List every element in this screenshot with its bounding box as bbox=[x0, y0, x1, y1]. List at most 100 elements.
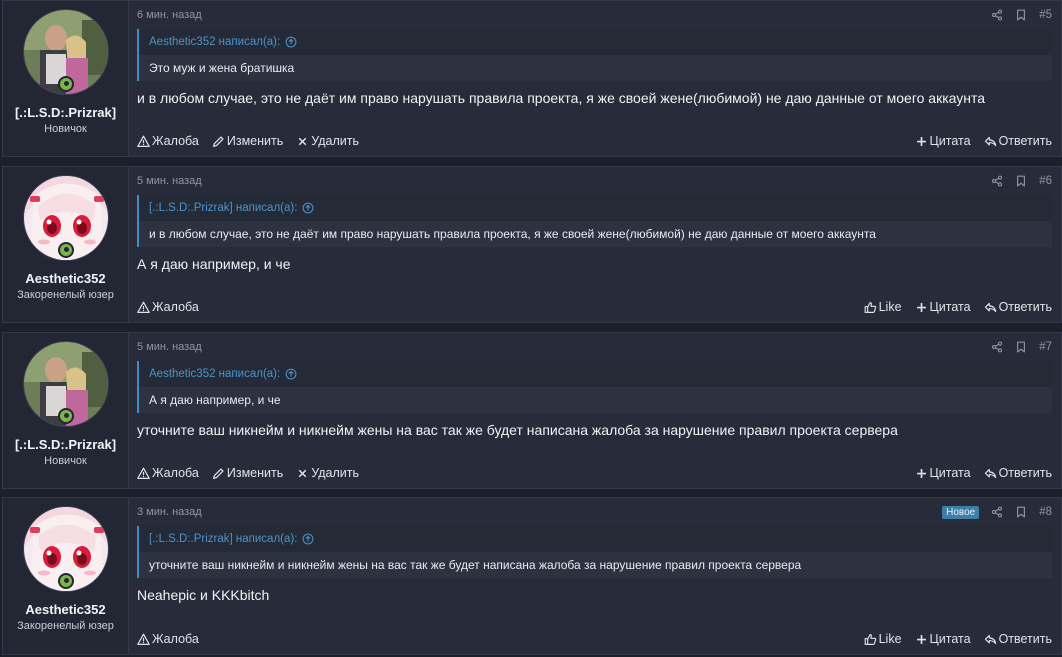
plus-icon bbox=[915, 467, 928, 480]
share-icon[interactable] bbox=[991, 341, 1003, 353]
reply-icon bbox=[984, 135, 997, 148]
quote-text: и в любом случае, это не даёт им право н… bbox=[139, 221, 1052, 247]
action-label: Like bbox=[878, 300, 902, 314]
share-icon[interactable] bbox=[991, 506, 1003, 518]
quote-author-link[interactable]: [.:L.S.D:.Prizrak] написал(а): bbox=[139, 526, 1052, 552]
post-time[interactable]: 6 мин. назад bbox=[137, 9, 202, 21]
post: Aesthetic352 Закоренелый юзер 5 мин. назад… bbox=[2, 166, 1062, 323]
plus-button[interactable]: Цитата bbox=[915, 466, 971, 480]
quote-text: А я даю например, и че bbox=[139, 387, 1052, 413]
quote-author-link[interactable]: Aesthetic352 написал(а): bbox=[139, 361, 1052, 387]
reply-button[interactable]: Ответить bbox=[984, 466, 1052, 480]
action-label: Цитата bbox=[929, 466, 971, 480]
pencil-icon bbox=[212, 135, 225, 148]
thumbs-up-button[interactable]: Like bbox=[864, 632, 902, 646]
reply-button[interactable]: Ответить bbox=[984, 300, 1052, 314]
warning-button[interactable]: Жалоба bbox=[137, 466, 199, 480]
pencil-icon bbox=[212, 467, 225, 480]
quote-author-link[interactable]: [.:L.S.D:.Prizrak] написал(а): bbox=[139, 195, 1052, 221]
footer-right-actions: Цитата Ответить bbox=[915, 466, 1052, 480]
plus-button[interactable]: Цитата bbox=[915, 300, 971, 314]
username[interactable]: Aesthetic352 bbox=[25, 602, 105, 617]
plus-icon bbox=[915, 135, 928, 148]
post: [.:L.S.D:.Prizrak] Новичок 6 мин. назад #5 A… bbox=[2, 0, 1062, 157]
quote-author: [.:L.S.D:.Prizrak] написал(а): bbox=[149, 533, 298, 545]
post-time[interactable]: 5 мин. назад bbox=[137, 175, 202, 187]
post-number[interactable]: #8 bbox=[1039, 506, 1052, 518]
warning-button[interactable]: Жалоба bbox=[137, 300, 199, 314]
bookmark-icon[interactable] bbox=[1015, 506, 1027, 518]
quote-block: [.:L.S.D:.Prizrak] написал(а): и в любом … bbox=[137, 195, 1052, 247]
pencil-button[interactable]: Изменить bbox=[212, 466, 283, 480]
user-cell: Aesthetic352 Закоренелый юзер bbox=[3, 167, 129, 322]
footer-left-actions: Жалоба bbox=[137, 300, 199, 314]
bookmark-icon[interactable] bbox=[1015, 9, 1027, 21]
quote-author-link[interactable]: Aesthetic352 написал(а): bbox=[139, 29, 1052, 55]
bookmark-icon[interactable] bbox=[1015, 175, 1027, 187]
footer-left-actions: Жалоба bbox=[137, 632, 199, 646]
quote-author: Aesthetic352 написал(а): bbox=[149, 36, 281, 48]
user-title: Закоренелый юзер bbox=[17, 620, 114, 632]
action-label: Like bbox=[878, 632, 902, 646]
user-title: Новичок bbox=[44, 123, 87, 135]
arrow-up-circle-icon bbox=[285, 368, 297, 380]
warning-icon bbox=[137, 301, 150, 314]
quote-block: [.:L.S.D:.Prizrak] написал(а): уточните в… bbox=[137, 526, 1052, 578]
post-header: 5 мин. назад #6 bbox=[137, 167, 1052, 195]
quote-block: Aesthetic352 написал(а): А я даю например… bbox=[137, 361, 1052, 413]
action-label: Удалить bbox=[311, 466, 359, 480]
username[interactable]: [.:L.S.D:.Prizrak] bbox=[15, 105, 116, 120]
pencil-button[interactable]: Изменить bbox=[212, 134, 283, 148]
post-number[interactable]: #6 bbox=[1039, 175, 1052, 187]
action-label: Цитата bbox=[929, 134, 971, 148]
username[interactable]: Aesthetic352 bbox=[25, 271, 105, 286]
post-main: 3 мин. назад Новое #8 [.:L.S.D:.Prizrak] на… bbox=[129, 498, 1061, 654]
share-icon[interactable] bbox=[991, 175, 1003, 187]
action-label: Цитата bbox=[929, 300, 971, 314]
bookmark-icon[interactable] bbox=[1015, 341, 1027, 353]
quote-text: Это муж и жена братишка bbox=[139, 55, 1052, 81]
plus-button[interactable]: Цитата bbox=[915, 632, 971, 646]
reply-button[interactable]: Ответить bbox=[984, 632, 1052, 646]
reply-icon bbox=[984, 301, 997, 314]
post-number[interactable]: #7 bbox=[1039, 341, 1052, 353]
online-status-icon bbox=[58, 408, 74, 424]
post-header: 3 мин. назад Новое #8 bbox=[137, 498, 1052, 526]
warning-button[interactable]: Жалоба bbox=[137, 632, 199, 646]
user-title: Закоренелый юзер bbox=[17, 289, 114, 301]
user-cell: [.:L.S.D:.Prizrak] Новичок bbox=[3, 333, 129, 488]
close-button[interactable]: Удалить bbox=[296, 134, 359, 148]
post-main: 5 мин. назад #7 Aesthetic352 написал(а): А … bbox=[129, 333, 1061, 488]
post: Aesthetic352 Закоренелый юзер 3 мин. назад… bbox=[2, 497, 1062, 655]
user-title: Новичок bbox=[44, 455, 87, 467]
arrow-up-circle-icon bbox=[285, 36, 297, 48]
plus-icon bbox=[915, 633, 928, 646]
action-label: Ответить bbox=[998, 300, 1052, 314]
close-icon bbox=[296, 135, 309, 148]
post-time[interactable]: 3 мин. назад bbox=[137, 506, 202, 518]
online-status-icon bbox=[58, 76, 74, 92]
post-header: 6 мин. назад #5 bbox=[137, 1, 1052, 29]
action-label: Жалоба bbox=[152, 134, 199, 148]
post-time[interactable]: 5 мин. назад bbox=[137, 341, 202, 353]
close-button[interactable]: Удалить bbox=[296, 466, 359, 480]
thumbs-up-button[interactable]: Like bbox=[864, 300, 902, 314]
quote-author: Aesthetic352 написал(а): bbox=[149, 368, 281, 380]
username[interactable]: [.:L.S.D:.Prizrak] bbox=[15, 437, 116, 452]
plus-icon bbox=[915, 301, 928, 314]
action-label: Цитата bbox=[929, 632, 971, 646]
close-icon bbox=[296, 467, 309, 480]
post-footer: Жалоба Like Цитата Ответить bbox=[137, 631, 1052, 647]
reply-button[interactable]: Ответить bbox=[984, 134, 1052, 148]
quote-block: Aesthetic352 написал(а): Это муж и жена б… bbox=[137, 29, 1052, 81]
warning-button[interactable]: Жалоба bbox=[137, 134, 199, 148]
post: [.:L.S.D:.Prizrak] Новичок 5 мин. назад #7 A… bbox=[2, 332, 1062, 489]
online-status-icon bbox=[58, 573, 74, 589]
post-number[interactable]: #5 bbox=[1039, 9, 1052, 21]
post-footer: Жалоба Like Цитата Ответить bbox=[137, 299, 1052, 315]
action-label: Ответить bbox=[998, 466, 1052, 480]
action-label: Ответить bbox=[998, 632, 1052, 646]
plus-button[interactable]: Цитата bbox=[915, 134, 971, 148]
share-icon[interactable] bbox=[991, 9, 1003, 21]
post-message: уточните ваш никнейм и никнейм жены на в… bbox=[137, 422, 898, 438]
